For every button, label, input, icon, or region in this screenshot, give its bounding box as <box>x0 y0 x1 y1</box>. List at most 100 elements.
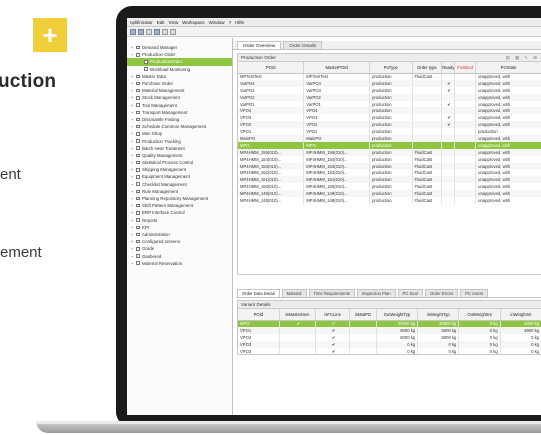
sidebar-item[interactable]: + Tool Management <box>127 102 232 109</box>
menu-item-5[interactable]: ? <box>229 20 232 25</box>
table-row[interactable]: VPO2 VPO2 production ✔ unapproved, with <box>238 121 541 129</box>
sidebar-item-label: Purchase Order <box>142 81 173 87</box>
table-row[interactable]: MPO ✔ ✔ 20000 kg 20000 kg 0 kg 4300 kg <box>238 320 541 327</box>
sidebar-item[interactable]: + Purchase Order <box>127 80 232 87</box>
column-header[interactable]: Order type <box>412 62 443 74</box>
column-header[interactable]: isMasterItem <box>279 309 317 321</box>
detail-tab[interactable]: Inspection Plan <box>356 289 396 297</box>
table-row[interactable]: VPO2 ✔ 0 kg 0 kg 0 kg 0 kg <box>238 347 541 355</box>
sidebar-item[interactable]: + Configured screens <box>127 238 232 245</box>
table-row[interactable]: VPO1 ✔ 5000 kg 5000 kg 0 kg 4900 kg <box>238 326 541 334</box>
sidebar-item[interactable]: + Batch Heat Treatment <box>127 145 232 152</box>
column-header[interactable]: isFCLine <box>315 309 351 321</box>
sidebar-item[interactable]: + Dissmantle Finding <box>127 116 232 123</box>
table-row[interactable]: VPO4 ✔ 6000 kg 6000 kg 0 kg 0 kg <box>238 333 541 341</box>
sidebar-item[interactable]: + Reports <box>127 217 232 224</box>
sidebar-item[interactable]: + Shipping Management <box>127 166 232 173</box>
table-row[interactable]: VarPO2 VarPO2 production unapproved, with <box>238 93 541 101</box>
table-row[interactable]: MP4HMM_148(010)... MP4HMM_148(010)... prod… <box>238 197 541 204</box>
menu-item-0[interactable]: nplifinicator <box>130 20 153 25</box>
menu-item-6[interactable]: Hilfe <box>235 20 244 25</box>
sidebar-item[interactable]: + Stock Management <box>127 94 232 101</box>
plus-badge[interactable]: + <box>33 18 67 52</box>
table-row[interactable]: MainPO MainPO production unapproved, with <box>238 135 541 142</box>
column-header[interactable]: inWeightTyp <box>417 309 460 321</box>
sidebar-item[interactable]: + Grade <box>127 245 232 252</box>
tab-order-details[interactable]: Order Details <box>283 41 323 49</box>
new-icon[interactable] <box>130 28 136 35</box>
column-header[interactable]: inWeightInt <box>500 309 541 321</box>
menu-item-2[interactable]: View <box>169 20 179 25</box>
sidebar-item[interactable]: + Administration <box>127 231 232 238</box>
detail-tab[interactable]: Order Data Detail <box>237 289 280 297</box>
refresh-icon[interactable] <box>162 28 168 35</box>
open-icon[interactable] <box>138 28 144 35</box>
column-header[interactable]: Finished <box>454 62 477 74</box>
table-row[interactable]: MP4HMM_151(010)... MP4HMM_151(010)... prod… <box>238 176 541 184</box>
table-row[interactable]: MP4HMM_155(010)... MP4HMM_155(010)... prod… <box>238 148 541 156</box>
sidebar-item[interactable]: + Production Tracking <box>127 137 232 144</box>
table-row[interactable]: VPO3 VPO3 production ✔ unapproved, with <box>238 114 541 122</box>
detail-tab[interactable]: PC Users <box>460 289 489 297</box>
column-header[interactable]: Ready <box>441 62 455 74</box>
sidebar-item[interactable]: Workload Monitoring <box>127 66 232 73</box>
panel-actions-icon[interactable]: ▤ ▦ ✎ ⊞ <box>506 55 539 61</box>
save-icon[interactable] <box>146 28 152 35</box>
sidebar-item[interactable]: + Man Shop <box>127 130 232 137</box>
sidebar-item[interactable]: + Quality Management <box>127 152 232 159</box>
table-row[interactable]: VarPO4 VarPO4 production ✔ unapproved, with <box>238 79 541 87</box>
sidebar-item[interactable]: + Rule Management <box>127 188 232 195</box>
tab-order-overview[interactable]: Order Overview <box>237 41 282 49</box>
table-row[interactable]: MP4HMM_154(010)... MP4HMM_154(010)... prod… <box>238 155 541 163</box>
sidebar-item[interactable]: + Schedule Common Management <box>127 123 232 130</box>
detail-tab[interactable]: Time Requirements <box>308 289 355 297</box>
table-row[interactable]: VPO1 VPO1 production production <box>238 128 541 136</box>
column-header[interactable]: isMatPO <box>349 309 377 321</box>
sidebar-item[interactable]: + Shift Pattern Management <box>127 202 232 209</box>
sidebar-item[interactable]: + Production Order <box>127 51 232 58</box>
table-row[interactable]: MP4HMM_149(010)... MP4HMM_149(010)... prod… <box>238 190 541 198</box>
menu-item-1[interactable]: Edit <box>157 20 165 25</box>
column-header[interactable]: POId <box>238 309 280 321</box>
sidebar-item[interactable]: + ERP Interface Control <box>127 209 232 216</box>
table-cell: 4900 kg <box>500 326 541 334</box>
column-header[interactable]: POState <box>475 62 541 74</box>
folder-icon <box>136 160 140 165</box>
table-cell <box>454 73 477 80</box>
table-row[interactable]: MPO MPO production unapproved, with <box>238 141 541 149</box>
table-cell <box>454 121 477 129</box>
detail-tab[interactable]: Order Errors <box>424 289 459 297</box>
column-header[interactable]: POId <box>238 62 305 74</box>
sidebar-item[interactable]: + Master Data <box>127 73 232 80</box>
table-row[interactable]: MP4HMM_153(010)... MP4HMM_153(010)... prod… <box>238 162 541 170</box>
sidebar-item[interactable]: + KPI <box>127 224 232 231</box>
variant-header: Variant Details <box>238 301 541 309</box>
grid-icon[interactable] <box>154 28 160 35</box>
menu-item-3[interactable]: Workspace <box>182 20 204 25</box>
settings-icon[interactable] <box>170 28 176 35</box>
column-header[interactable]: OutWeightTyp <box>376 309 419 321</box>
table-row[interactable]: MP4HMM_152(010)... MP4HMM_152(010)... prod… <box>238 169 541 177</box>
table-row[interactable]: VarPO1 VarPO1 production ✔ unapproved, with <box>238 100 541 108</box>
sidebar-item[interactable]: + Material Reservation <box>127 260 232 267</box>
detail-tab[interactable]: PC Seal <box>397 289 423 297</box>
column-header[interactable]: OutWeightInt <box>458 309 501 321</box>
column-header[interactable]: PoType <box>369 62 413 74</box>
table-row[interactable]: VarPO3 VarPO3 production ✔ unapproved, with <box>238 86 541 94</box>
sidebar-item[interactable]: + Transport Management <box>127 109 232 116</box>
sidebar-item[interactable]: + Gasbered <box>127 252 232 259</box>
sidebar-item[interactable]: + Planning Repository Management <box>127 195 232 202</box>
column-header[interactable]: MasterPOId <box>303 62 371 74</box>
sidebar-item[interactable]: + Checklist Management <box>127 181 232 188</box>
sidebar-item[interactable]: + Equipment Management <box>127 173 232 180</box>
menu-item-4[interactable]: Window <box>209 20 225 25</box>
sidebar-item[interactable]: ProductionOrder <box>127 58 232 66</box>
table-row[interactable]: VPO4 VPO4 production unapproved, with <box>238 107 541 115</box>
sidebar-item[interactable]: + Statistical Process Control <box>127 159 232 166</box>
table-row[interactable]: MPTestTest MPTestTest production FluidCast u… <box>238 73 541 80</box>
sidebar-item[interactable]: + Demand Manager <box>127 44 232 51</box>
sidebar-item[interactable]: + Material Management <box>127 87 232 94</box>
detail-tab[interactable]: Material <box>281 289 307 297</box>
table-row[interactable]: MP4HMM_150(010)... MP4HMM_150(010)... prod… <box>238 183 541 191</box>
table-row[interactable]: VPO3 ✔ 0 kg 0 kg 0 kg 0 kg <box>238 340 541 348</box>
